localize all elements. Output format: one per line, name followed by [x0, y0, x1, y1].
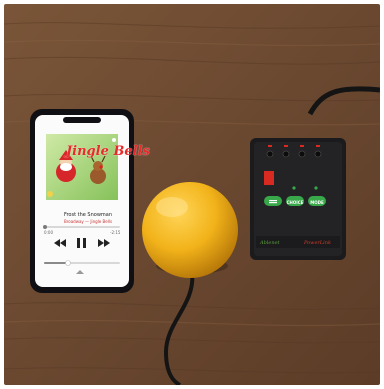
remaining-time: -2:15	[110, 230, 121, 235]
volume-fill	[44, 262, 68, 264]
progress-knob	[43, 225, 47, 229]
photo-scene	[4, 4, 380, 385]
song-title: Frost the Snowman	[63, 212, 113, 218]
progress-track	[44, 226, 120, 228]
choice-button-label: CHOICE	[286, 200, 304, 205]
brand-left-label: Ablenet	[260, 240, 280, 246]
mode-button-label: MODE	[310, 200, 324, 205]
yellow-switch	[142, 182, 238, 278]
artist-name: Broadway — Jingle Bells	[63, 219, 113, 224]
volume-knob	[65, 260, 71, 266]
red-indicator	[264, 171, 274, 185]
elapsed-time: 0:00	[44, 230, 53, 235]
smartphone	[30, 109, 134, 293]
album-title: Jingle Bells	[66, 144, 150, 159]
brand-right-label: PowerLink	[304, 240, 331, 246]
photo-frame: Jingle Bells Frost the Snowman Broadway …	[4, 4, 380, 385]
